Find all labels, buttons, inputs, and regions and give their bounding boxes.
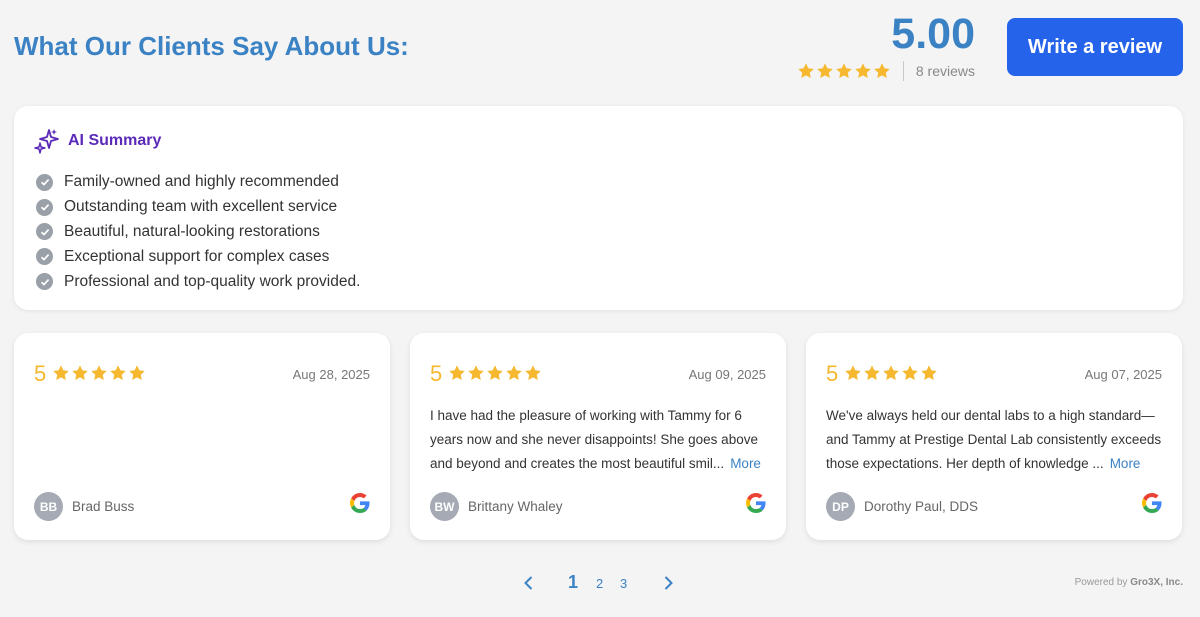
- review-author: Dorothy Paul, DDS: [864, 499, 979, 514]
- more-link[interactable]: More: [1110, 456, 1141, 471]
- rating-row: 8 reviews: [797, 61, 975, 81]
- page-1-link[interactable]: 1: [568, 572, 578, 593]
- ai-summary-title: AI Summary: [68, 132, 162, 149]
- summary-item-text: Professional and top-quality work provid…: [64, 272, 361, 290]
- header: What Our Clients Say About Us: 5.00 8 re…: [0, 0, 1200, 100]
- star-icon: [90, 364, 108, 382]
- star-icon: [109, 364, 127, 382]
- review-score: 5: [826, 361, 839, 386]
- review-author: Brittany Whaley: [468, 499, 563, 514]
- review-text-block: I have had the pleasure of working with …: [430, 404, 770, 476]
- check-circle-icon: [36, 223, 53, 241]
- overall-rating: 5.00 8 reviews: [790, 8, 980, 88]
- summary-item-text: Outstanding team with excellent service: [64, 198, 338, 216]
- google-icon[interactable]: [1142, 493, 1162, 513]
- check-circle-icon: [36, 273, 53, 291]
- star-icon: [128, 364, 146, 382]
- more-link[interactable]: More: [730, 456, 761, 471]
- review-card: 5 Aug 28, 2025 BB Brad Buss: [14, 333, 390, 540]
- star-icon: [863, 364, 881, 382]
- star-icon: [524, 364, 542, 382]
- star-icon: [920, 364, 938, 382]
- review-stars: [52, 364, 146, 382]
- avatar: DP: [826, 492, 855, 521]
- powered-by: Powered by Gro3X, Inc.: [1075, 577, 1183, 588]
- review-card: 5 Aug 09, 2025 I have had the pleasure o…: [410, 333, 786, 540]
- page-title: What Our Clients Say About Us:: [14, 31, 409, 61]
- sparkle-icon: [34, 129, 59, 154]
- ai-summary-list: Family-owned and highly recommended Outs…: [36, 170, 360, 294]
- summary-item-text: Beautiful, natural-looking restorations: [64, 222, 320, 240]
- star-icon: [448, 364, 466, 382]
- star-icon: [816, 62, 834, 80]
- review-score: 5: [34, 361, 47, 386]
- star-icon: [835, 62, 853, 80]
- check-circle-icon: [36, 173, 53, 191]
- write-review-button[interactable]: Write a review: [1007, 18, 1183, 76]
- chevron-right-icon[interactable]: [658, 573, 678, 593]
- ai-summary-panel: AI Summary Family-owned and highly recom…: [14, 106, 1183, 310]
- star-icon: [52, 364, 70, 382]
- star-icon: [467, 364, 485, 382]
- check-circle-icon: [36, 198, 53, 216]
- powered-brand[interactable]: Gro3X, Inc.: [1130, 577, 1183, 588]
- review-score: 5: [430, 361, 443, 386]
- star-icon: [797, 62, 815, 80]
- summary-item: Professional and top-quality work provid…: [36, 269, 360, 294]
- review-text: I have had the pleasure of working with …: [430, 408, 758, 471]
- star-icon: [873, 62, 891, 80]
- google-icon[interactable]: [350, 493, 370, 513]
- star-icon: [882, 364, 900, 382]
- summary-item-text: Family-owned and highly recommended: [64, 173, 339, 191]
- review-author: Brad Buss: [72, 499, 135, 514]
- rating-value: 5.00: [891, 10, 975, 58]
- summary-item: Beautiful, natural-looking restorations: [36, 220, 360, 245]
- ai-summary-header: AI Summary: [34, 128, 161, 154]
- star-icon: [844, 364, 862, 382]
- star-icon: [71, 364, 89, 382]
- review-card: 5 Aug 07, 2025 We've always held our den…: [806, 333, 1182, 540]
- page-2-link[interactable]: 2: [596, 576, 603, 591]
- star-icon: [901, 364, 919, 382]
- divider: [902, 61, 904, 81]
- avatar: BB: [34, 492, 63, 521]
- powered-prefix: Powered by: [1074, 577, 1128, 588]
- summary-item: Exceptional support for complex cases: [36, 244, 360, 269]
- review-date: Aug 09, 2025: [688, 367, 766, 382]
- pagination: 1 2 3: [515, 570, 685, 596]
- review-stars: [844, 364, 938, 382]
- star-icon: [854, 62, 872, 80]
- chevron-left-icon[interactable]: [519, 573, 539, 593]
- star-icon: [486, 364, 504, 382]
- google-icon[interactable]: [746, 493, 766, 513]
- check-circle-icon: [36, 248, 53, 266]
- review-date: Aug 28, 2025: [292, 367, 370, 382]
- reviews-count: 8 reviews: [915, 63, 975, 79]
- review-date: Aug 07, 2025: [1084, 367, 1162, 382]
- summary-item: Family-owned and highly recommended: [36, 170, 360, 195]
- page-3-link[interactable]: 3: [620, 576, 627, 591]
- star-icon: [505, 364, 523, 382]
- avatar: BW: [430, 492, 459, 521]
- summary-item: Outstanding team with excellent service: [36, 195, 360, 220]
- summary-item-text: Exceptional support for complex cases: [64, 247, 330, 265]
- rating-stars: [797, 62, 891, 80]
- review-stars: [448, 364, 542, 382]
- review-text-block: We've always held our dental labs to a h…: [826, 404, 1166, 476]
